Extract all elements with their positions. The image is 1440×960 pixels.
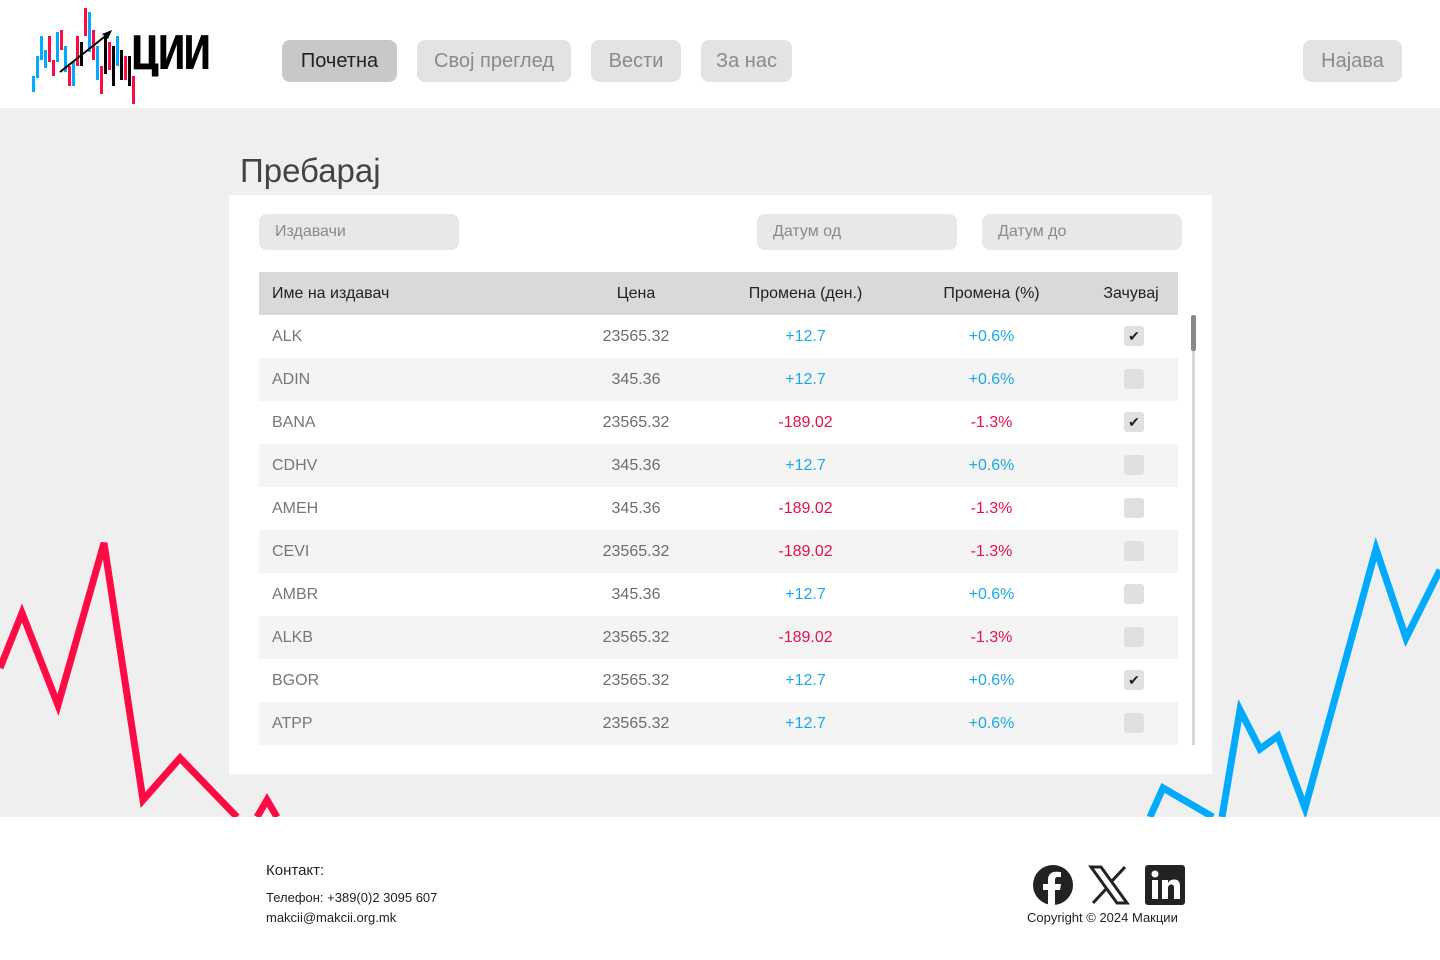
x-icon[interactable] — [1088, 864, 1130, 906]
date-from-input[interactable] — [757, 214, 957, 250]
table-header: Име на издавач Цена Промена (ден.) Проме… — [259, 272, 1178, 315]
save-checkbox[interactable] — [1124, 541, 1144, 561]
copyright-text: Copyright © 2024 Макции — [1027, 910, 1178, 925]
table-row[interactable]: AMEH 345.36 -189.02 -1.3% — [259, 487, 1178, 530]
header-save: Зачувај — [1103, 285, 1159, 302]
issuer-change-pct: -1.3% — [970, 414, 1013, 431]
issuer-price: 23565.32 — [602, 414, 670, 431]
table-row[interactable]: ALKB 23565.32 -189.02 -1.3% — [259, 616, 1178, 659]
linkedin-icon[interactable] — [1144, 864, 1186, 906]
nav-news[interactable]: Вести — [591, 40, 681, 82]
issuer-change: +12.7 — [785, 586, 826, 603]
issuer-change-pct: +0.6% — [968, 328, 1015, 345]
save-checkbox[interactable] — [1124, 498, 1144, 518]
facebook-icon[interactable] — [1032, 864, 1074, 906]
nav-home[interactable]: Почетна — [282, 40, 397, 82]
issuer-price: 23565.32 — [602, 629, 670, 646]
issuer-search-input[interactable] — [259, 214, 459, 250]
top-header: ЦИИ Почетна Свој преглед Вести За нас На… — [0, 0, 1440, 108]
table-row[interactable]: ATPP 23565.32 +12.7 +0.6% — [259, 702, 1178, 745]
table-row[interactable]: BANA 23565.32 -189.02 -1.3% ✔ — [259, 401, 1178, 444]
issuer-change-pct: +0.6% — [968, 586, 1015, 603]
issuer-price: 345.36 — [611, 371, 661, 388]
issuer-change: +12.7 — [785, 457, 826, 474]
save-checkbox[interactable] — [1124, 627, 1144, 647]
table-row[interactable]: CEVI 23565.32 -189.02 -1.3% — [259, 530, 1178, 573]
issuer-price: 23565.32 — [602, 672, 670, 689]
search-panel: Име на издавач Цена Промена (ден.) Проме… — [229, 195, 1212, 774]
save-checkbox[interactable] — [1124, 455, 1144, 475]
issuer-name[interactable]: AMBR — [272, 573, 318, 616]
issuer-change: +12.7 — [785, 371, 826, 388]
table-row[interactable]: ADIN 345.36 +12.7 +0.6% — [259, 358, 1178, 401]
issuer-name[interactable]: ALKB — [272, 616, 313, 659]
issuer-change: -189.02 — [778, 414, 833, 431]
header-change-pct[interactable]: Промена (%) — [924, 272, 1059, 315]
contact-email[interactable]: makcii@makcii.org.mk — [266, 910, 396, 925]
issuer-price: 345.36 — [611, 457, 661, 474]
table-body: ALK 23565.32 +12.7 +0.6% ✔ ADIN 345.36 +12.7 +0.… — [259, 315, 1178, 745]
issuer-price: 23565.32 — [602, 715, 670, 732]
header-change[interactable]: Промена (ден.) — [733, 272, 878, 315]
table-row[interactable]: ALK 23565.32 +12.7 +0.6% ✔ — [259, 315, 1178, 358]
logo-text: ЦИИ — [132, 26, 211, 80]
issuer-change-pct: +0.6% — [968, 715, 1015, 732]
issuer-name[interactable]: CEVI — [272, 530, 309, 573]
issuer-name[interactable]: BGOR — [272, 659, 319, 702]
footer: Контакт: Телефон: +389(0)2 3095 607 makc… — [0, 817, 1440, 960]
issuer-change: +12.7 — [785, 328, 826, 345]
contact-label: Контакт: — [266, 862, 325, 879]
contact-phone: Телефон: +389(0)2 3095 607 — [266, 890, 438, 905]
header-issuer-name[interactable]: Име на издавач — [272, 272, 389, 315]
table-row[interactable]: AMBR 345.36 +12.7 +0.6% — [259, 573, 1178, 616]
table-row[interactable]: CDHV 345.36 +12.7 +0.6% — [259, 444, 1178, 487]
main-content: Пребарај Име на издавач Цена Промена (де… — [0, 108, 1440, 817]
save-checkbox[interactable]: ✔ — [1124, 670, 1144, 690]
issuers-table: Име на издавач Цена Промена (ден.) Проме… — [259, 272, 1178, 745]
issuer-name[interactable]: ALK — [272, 315, 302, 358]
issuer-change: +12.7 — [785, 715, 826, 732]
issuer-change: -189.02 — [778, 629, 833, 646]
nav-about[interactable]: За нас — [701, 40, 792, 82]
issuer-change: -189.02 — [778, 500, 833, 517]
issuer-price: 23565.32 — [602, 543, 670, 560]
save-checkbox[interactable] — [1124, 713, 1144, 733]
issuer-change: -189.02 — [778, 543, 833, 560]
save-checkbox[interactable] — [1124, 584, 1144, 604]
table-row[interactable]: BGOR 23565.32 +12.7 +0.6% ✔ — [259, 659, 1178, 702]
issuer-change-pct: +0.6% — [968, 672, 1015, 689]
issuer-name[interactable]: ATPP — [272, 702, 313, 745]
issuer-change-pct: -1.3% — [970, 543, 1013, 560]
issuer-name[interactable]: CDHV — [272, 444, 317, 487]
issuer-name[interactable]: ADIN — [272, 358, 310, 401]
issuer-name[interactable]: BANA — [272, 401, 316, 444]
issuer-change: +12.7 — [785, 672, 826, 689]
issuer-name[interactable]: AMEH — [272, 487, 318, 530]
issuer-change-pct: -1.3% — [970, 629, 1013, 646]
issuer-price: 23565.32 — [602, 328, 670, 345]
table-scrollbar-track[interactable] — [1192, 315, 1195, 745]
issuer-price: 345.36 — [611, 586, 661, 603]
date-to-input[interactable] — [982, 214, 1182, 250]
login-button[interactable]: Најава — [1303, 40, 1402, 82]
save-checkbox[interactable]: ✔ — [1124, 326, 1144, 346]
save-checkbox[interactable]: ✔ — [1124, 412, 1144, 432]
table-scrollbar-thumb[interactable] — [1191, 315, 1196, 351]
issuer-change-pct: +0.6% — [968, 371, 1015, 388]
search-title: Пребарај — [240, 152, 381, 189]
header-price[interactable]: Цена — [586, 272, 686, 315]
issuer-price: 345.36 — [611, 500, 661, 517]
issuer-change-pct: +0.6% — [968, 457, 1015, 474]
save-checkbox[interactable] — [1124, 369, 1144, 389]
issuer-change-pct: -1.3% — [970, 500, 1013, 517]
nav-my-overview[interactable]: Свој преглед — [417, 40, 571, 82]
